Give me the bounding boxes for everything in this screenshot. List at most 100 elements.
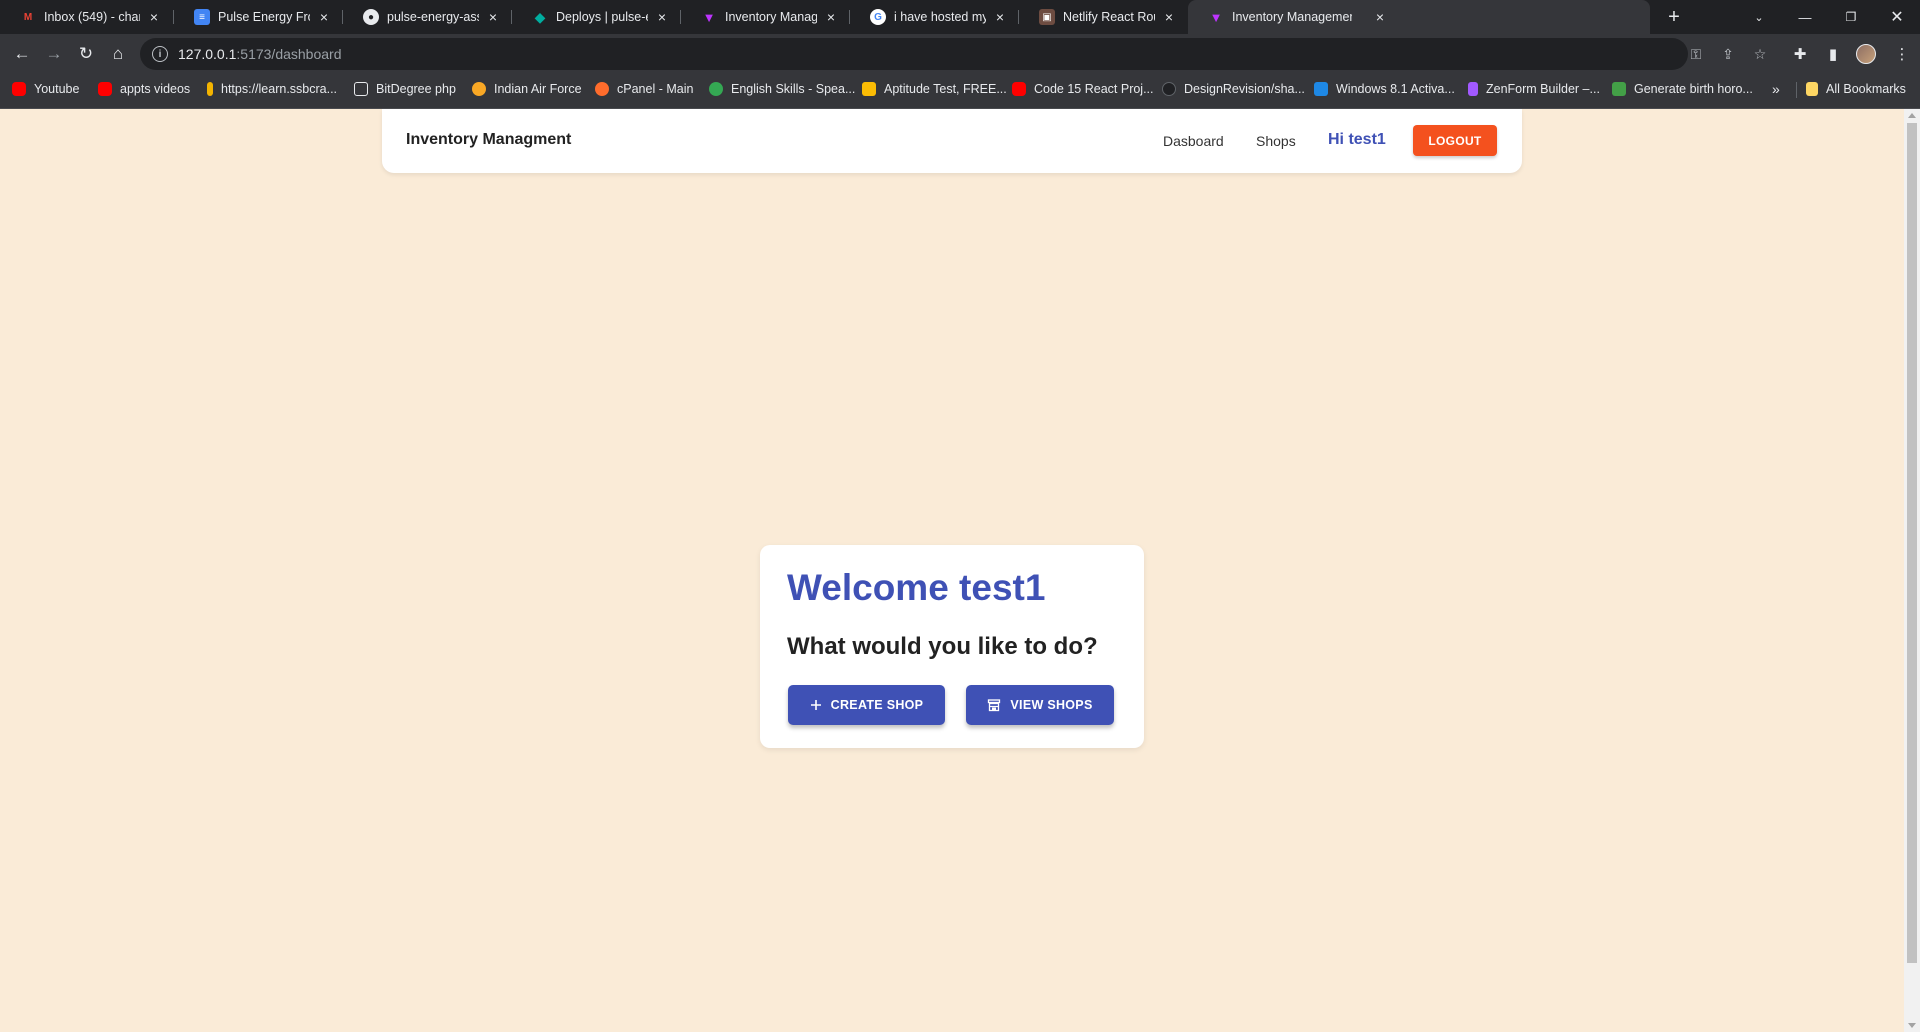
ssbcrack-icon bbox=[207, 82, 213, 96]
bookmark-appts-videos[interactable]: appts videos bbox=[98, 74, 190, 104]
address-bar[interactable]: i 127.0.0.1:5173/dashboard ⚿ ⇪ ☆ bbox=[140, 38, 1766, 70]
app-brand[interactable]: Inventory Managment bbox=[406, 131, 571, 149]
aptitude-icon bbox=[862, 82, 876, 96]
tab-github[interactable]: ● pulse-energy-assignment × bbox=[343, 0, 511, 34]
youtube-icon bbox=[12, 82, 26, 96]
bitdegree-icon bbox=[354, 82, 368, 96]
bookmark-label: Code 15 React Proj... bbox=[1034, 82, 1154, 96]
tab-title: Inventory Management bbox=[725, 10, 817, 24]
stackoverflow-icon: ▣ bbox=[1039, 9, 1055, 25]
close-icon[interactable]: × bbox=[146, 9, 162, 25]
page-viewport: Inventory Managment Dasboard Shops Hi te… bbox=[0, 109, 1904, 1032]
plus-icon bbox=[810, 699, 822, 711]
bookmark-birth-horoscope[interactable]: Generate birth horo... bbox=[1612, 74, 1753, 104]
close-icon[interactable]: × bbox=[654, 9, 670, 25]
horoscope-icon bbox=[1612, 82, 1626, 96]
bookmark-bitdegree[interactable]: BitDegree php bbox=[354, 74, 456, 104]
app-navbar: Inventory Managment Dasboard Shops Hi te… bbox=[382, 109, 1522, 173]
share-icon[interactable]: ⇪ bbox=[1716, 38, 1740, 70]
welcome-heading: Welcome test1 bbox=[787, 567, 1046, 608]
view-shops-button[interactable]: VIEW SHOPS bbox=[966, 685, 1114, 725]
bookmark-label: cPanel - Main bbox=[617, 82, 694, 96]
bookmark-windows-activation[interactable]: Windows 8.1 Activa... bbox=[1314, 74, 1455, 104]
restore-icon[interactable]: ❐ bbox=[1828, 0, 1874, 34]
iaf-icon bbox=[472, 82, 486, 96]
bookmark-ssbcrack[interactable]: https://learn.ssbcra... bbox=[207, 74, 337, 104]
tab-google[interactable]: G i have hosted my react ap × bbox=[850, 0, 1018, 34]
close-icon[interactable]: × bbox=[485, 9, 501, 25]
profile-avatar[interactable] bbox=[1856, 44, 1876, 64]
tab-search-icon[interactable]: ⌄ bbox=[1736, 0, 1782, 34]
tab-netlify-deploys[interactable]: ◆ Deploys | pulse-energy | N × bbox=[512, 0, 680, 34]
tab-title: Inventory Management bbox=[1232, 10, 1352, 24]
tab-inventory-active[interactable]: ▼ Inventory Management × bbox=[1188, 0, 1650, 34]
bookmark-indian-air-force[interactable]: Indian Air Force bbox=[472, 74, 582, 104]
folder-icon bbox=[1806, 82, 1818, 96]
bookmark-star-icon[interactable]: ☆ bbox=[1748, 38, 1772, 70]
tab-docs[interactable]: ≡ Pulse Energy Front-end C × bbox=[174, 0, 342, 34]
docs-icon: ≡ bbox=[194, 9, 210, 25]
bookmark-label: Generate birth horo... bbox=[1634, 82, 1753, 96]
bookmark-label: https://learn.ssbcra... bbox=[221, 82, 338, 96]
back-icon[interactable]: ← bbox=[8, 40, 36, 68]
bookmark-code15[interactable]: Code 15 React Proj... bbox=[1012, 74, 1154, 104]
side-panel-icon[interactable]: ▮ bbox=[1819, 40, 1847, 68]
close-icon[interactable]: × bbox=[1161, 9, 1177, 25]
page-scrollbar[interactable] bbox=[1904, 109, 1920, 1032]
bookmarks-separator bbox=[1796, 82, 1797, 98]
bookmark-label: All Bookmarks bbox=[1826, 82, 1906, 96]
scroll-up-icon[interactable] bbox=[1908, 113, 1916, 118]
tab-gmail[interactable]: M Inbox (549) - chandruking × bbox=[0, 0, 172, 34]
bookmark-youtube[interactable]: Youtube bbox=[12, 74, 79, 104]
action-prompt: What would you like to do? bbox=[787, 633, 1098, 660]
bookmark-designrevision[interactable]: DesignRevision/sha... bbox=[1162, 74, 1305, 104]
reload-icon[interactable]: ↻ bbox=[72, 40, 100, 68]
bookmark-label: Youtube bbox=[34, 82, 80, 96]
nav-link-shops[interactable]: Shops bbox=[1256, 133, 1296, 149]
bookmark-english-skills[interactable]: English Skills - Spea... bbox=[709, 74, 855, 104]
minimize-icon[interactable]: — bbox=[1782, 0, 1828, 34]
new-tab-icon[interactable]: + bbox=[1661, 4, 1687, 30]
store-icon bbox=[987, 698, 1001, 712]
bookmark-label: Indian Air Force bbox=[494, 82, 582, 96]
vite-icon: ▼ bbox=[1209, 9, 1223, 25]
bookmark-label: Windows 8.1 Activa... bbox=[1336, 82, 1455, 96]
google-icon: G bbox=[870, 9, 886, 25]
close-icon[interactable]: × bbox=[316, 9, 332, 25]
youtube-icon bbox=[1012, 82, 1026, 96]
tab-title: Deploys | pulse-energy | N bbox=[556, 10, 648, 24]
bookmarks-overflow-icon[interactable]: » bbox=[1772, 74, 1780, 104]
create-shop-button[interactable]: CREATE SHOP bbox=[788, 685, 945, 725]
github-icon: ● bbox=[363, 9, 379, 25]
bookmark-cpanel[interactable]: cPanel - Main bbox=[595, 74, 693, 104]
welcome-card: Welcome test1 What would you like to do?… bbox=[760, 545, 1144, 748]
scroll-down-icon[interactable] bbox=[1908, 1023, 1916, 1028]
menu-icon[interactable]: ⋮ bbox=[1888, 40, 1916, 68]
bookmark-aptitude-test[interactable]: Aptitude Test, FREE... bbox=[862, 74, 1007, 104]
window-close-icon[interactable]: ✕ bbox=[1874, 0, 1920, 34]
cpanel-icon bbox=[595, 82, 609, 96]
site-info-icon[interactable]: i bbox=[152, 46, 168, 62]
forward-icon[interactable]: → bbox=[40, 40, 68, 68]
close-icon[interactable]: × bbox=[823, 9, 839, 25]
all-bookmarks[interactable]: All Bookmarks bbox=[1806, 74, 1906, 104]
bookmark-label: Aptitude Test, FREE... bbox=[884, 82, 1007, 96]
close-icon[interactable]: × bbox=[1372, 9, 1388, 25]
logout-button[interactable]: LOGOUT bbox=[1413, 125, 1497, 156]
browser-toolbar: ← → ↻ ⌂ i 127.0.0.1:5173/dashboard ⚿ ⇪ ☆… bbox=[0, 34, 1920, 74]
key-icon[interactable]: ⚿ bbox=[1684, 38, 1708, 70]
tab-netlify-router[interactable]: ▣ Netlify React Router Not V × bbox=[1019, 0, 1187, 34]
scroll-thumb[interactable] bbox=[1907, 123, 1917, 963]
tab-title: Pulse Energy Front-end C bbox=[218, 10, 310, 24]
netlify-icon: ◆ bbox=[534, 8, 546, 25]
close-icon[interactable]: × bbox=[992, 9, 1008, 25]
tab-inventory[interactable]: ▼ Inventory Management × bbox=[681, 0, 849, 34]
bookmark-label: English Skills - Spea... bbox=[731, 82, 856, 96]
nav-link-dashboard[interactable]: Dasboard bbox=[1163, 133, 1224, 149]
url-host: 127.0.0.1 bbox=[178, 46, 237, 62]
bookmark-zenform[interactable]: ZenForm Builder –... bbox=[1468, 74, 1600, 104]
user-greeting: Hi test1 bbox=[1328, 131, 1386, 148]
home-icon[interactable]: ⌂ bbox=[104, 40, 132, 68]
bookmark-label: BitDegree php bbox=[376, 82, 456, 96]
extensions-icon[interactable]: ✚ bbox=[1786, 40, 1814, 68]
